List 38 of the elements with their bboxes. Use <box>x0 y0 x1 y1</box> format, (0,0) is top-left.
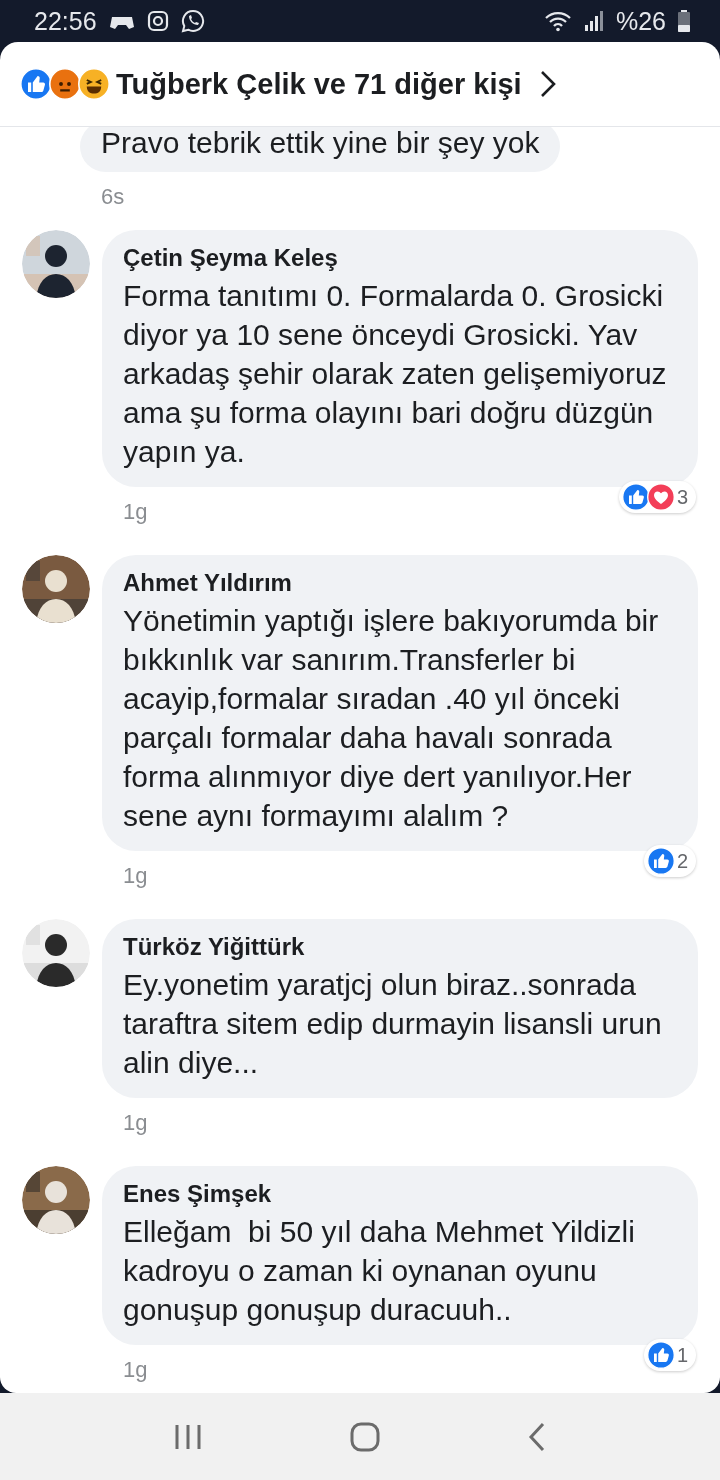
commenter-name[interactable]: Çetin Şeyma Keleş <box>123 244 678 272</box>
chevron-right-icon[interactable] <box>539 70 556 98</box>
chat-phone-icon <box>180 9 205 33</box>
comment-text: Ey.yonetim yaratjcj olun biraz..sonrada taraftra sitem edip durmayin lisansli urun alin diye... <box>123 967 663 1081</box>
comment-text: Forma tanıtımı 0. Formalarda 0. Grosicki diyor ya 10 sene önceydi Grosicki. Yav arkadaş şehir olarak zaten gelişemiyoruz ama şu forma olayını bari doğru düzgün yapın ya. <box>123 278 668 470</box>
comment-text: Pravo tebrik ettik yine bir şey yok <box>101 127 540 161</box>
like-icon <box>646 1341 675 1369</box>
recent-apps-icon[interactable] <box>174 1423 202 1450</box>
signal-icon <box>583 10 604 32</box>
comment-text: Yönetimin yaptığı işlere bakıyorumda bir bıkkınlık var sanırım.Transferler bi acayip,formalar sıradan .40 yıl önceki parçalı formalar daha havalı sonrada forma alınmıyor diye dert yanılıyor.Her sene aynı formayımı alalım ? <box>123 603 660 834</box>
like-icon <box>20 68 52 100</box>
back-icon[interactable] <box>528 1421 546 1452</box>
comment-text: Elleğam bi 50 yıl daha Mehmet Yildizli kadroyu o zaman ki oynanan oyunu gonuşup gonuşup duracuuh.. <box>123 1214 636 1328</box>
reaction-count: 3 <box>676 485 688 509</box>
commenter-name[interactable]: Ahmet Yıldırım <box>123 569 678 597</box>
battery-percent: %26 <box>615 6 666 36</box>
wifi-icon <box>543 10 572 32</box>
commenter-name[interactable]: Enes Şimşek <box>123 1180 678 1208</box>
commenter-name[interactable]: Türköz Yiğittürk <box>123 933 678 961</box>
angry-face-icon <box>49 68 81 100</box>
comment-time: 6s <box>101 184 126 210</box>
home-icon[interactable] <box>350 1421 380 1452</box>
comment-time: 1g <box>123 1357 149 1383</box>
reaction-badge[interactable]: 3 <box>618 481 696 513</box>
laughing-face-icon <box>78 68 110 100</box>
like-icon <box>646 847 675 875</box>
comment-time: 1g <box>123 499 149 525</box>
clock-time: 22:56 <box>34 6 97 36</box>
like-icon <box>621 483 650 511</box>
battery-icon <box>678 10 690 32</box>
reaction-badge[interactable]: 2 <box>643 845 696 877</box>
reaction-count: 2 <box>676 849 688 873</box>
reaction-count: 1 <box>676 1343 688 1367</box>
reactions-summary[interactable]: Tuğberk Çelik ve 71 diğer kişi <box>116 67 522 101</box>
comment-time: 1g <box>123 1110 149 1136</box>
camera-icon <box>146 10 169 32</box>
reaction-badge[interactable]: 1 <box>643 1339 696 1371</box>
comment-time: 1g <box>123 863 149 889</box>
